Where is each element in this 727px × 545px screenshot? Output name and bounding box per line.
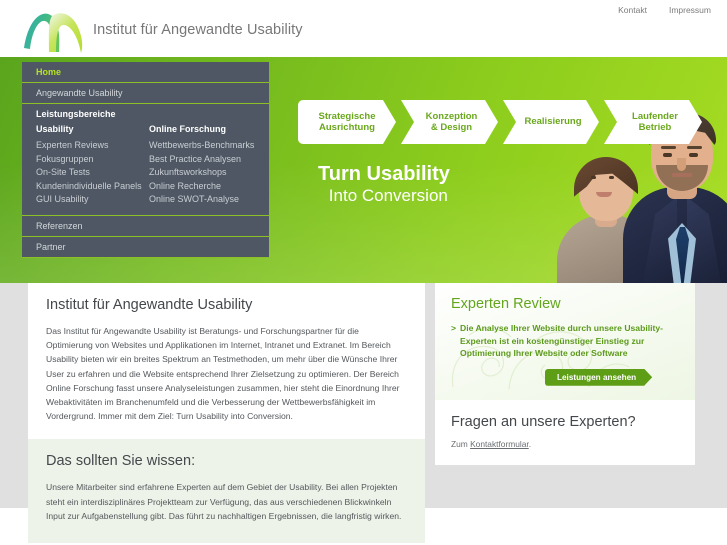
process-step-line1: Laufender [632, 110, 678, 122]
sidebar-link-zukunftsworkshops[interactable]: Zukunftsworkshops [149, 166, 262, 180]
experten-review-box: Experten Review > Die Analyse Ihrer Webs… [435, 283, 695, 400]
meta-nav-impressum[interactable]: Impressum [669, 5, 711, 15]
sidebar-item-partner[interactable]: Partner [22, 236, 269, 258]
wave-swoosh-logo-icon [24, 13, 83, 53]
contact-prefix: Zum [451, 438, 471, 449]
sidebar-link-wettbewerbs-benchmarks[interactable]: Wettbewerbs-Benchmarks [149, 139, 262, 153]
process-step-konzeption-design[interactable]: Konzeption & Design [401, 100, 498, 144]
chevron-right-icon: > [451, 323, 457, 333]
process-step-line2: Ausrichtung [319, 122, 375, 133]
contact-line: Zum Kontaktformular. [451, 439, 679, 449]
sidebar-link-gui-usability[interactable]: GUI Usability [36, 193, 149, 207]
review-text: Die Analyse Ihrer Website durch unsere U… [460, 323, 664, 359]
sidebar-column-heading: Online Forschung [149, 124, 227, 134]
sidebar-link-kundenindividuelle-panels[interactable]: Kundenindividuelle Panels [36, 180, 149, 194]
kontaktformular-link[interactable]: Kontaktformular [470, 439, 529, 449]
sidebar-link-online-swot-analyse[interactable]: Online SWOT-Analyse [149, 193, 262, 207]
process-step-line1: Konzeption [425, 110, 478, 122]
sidebar-link-experten-reviews[interactable]: Experten Reviews [36, 139, 149, 153]
sidebar-item-leistungsbereiche[interactable]: Leistungsbereiche [22, 104, 269, 122]
aside-column: Experten Review > Die Analyse Ihrer Webs… [435, 283, 695, 465]
process-step-strategische-ausrichtung[interactable]: Strategische Ausrichtung [298, 100, 396, 144]
process-step-laufender-betrieb[interactable]: Laufender Betrieb [604, 100, 702, 144]
review-bullet: > Die Analyse Ihrer Website durch unsere… [451, 322, 679, 360]
meta-nav-kontakt[interactable]: Kontakt [618, 5, 647, 15]
sidebar-link-online-recherche[interactable]: Online Recherche [149, 180, 262, 194]
process-steps: Strategische Ausrichtung Konzeption & De… [298, 100, 702, 144]
sidebar-submenu-columns: Usability Experten Reviews Fokusgruppen … [22, 122, 269, 216]
know-panel: Das sollten Sie wissen: Unsere Mitarbeit… [28, 439, 425, 544]
process-step-line1: Realisierung [524, 116, 582, 128]
site-logo[interactable]: Institut für Angewandte Usability [22, 6, 303, 54]
main-navigation-sidebar: Home Angewandte Usability Leistungsberei… [22, 62, 269, 258]
sidebar-column-usability: Usability Experten Reviews Fokusgruppen … [36, 124, 149, 207]
process-step-line1: Strategische [318, 110, 376, 122]
sidebar-link-fokusgruppen[interactable]: Fokusgruppen [36, 153, 149, 167]
intro-body-text: Das Institut für Angewandte Usability is… [46, 326, 400, 422]
main-content-column: Institut für Angewandte Usability Das In… [28, 283, 425, 544]
leistungen-ansehen-button[interactable]: Leistungen ansehen [545, 369, 652, 386]
sidebar-link-on-site-tests[interactable]: On-Site Tests [36, 166, 149, 180]
process-step-line2: Betrieb [638, 122, 672, 133]
meta-navigation: Kontakt Impressum [618, 5, 711, 15]
page-root: Institut für Angewandte Usability Kontak… [0, 0, 727, 545]
sidebar-link-best-practice-analysen[interactable]: Best Practice Analysen [149, 153, 262, 167]
logo-text: Institut für Angewandte Usability [93, 22, 303, 38]
know-body-text: Unsere Mitarbeiter sind erfahrene Expert… [46, 482, 402, 521]
hero-claim-line2: Into Conversion [328, 186, 448, 205]
contact-title: Fragen an unsere Experten? [451, 413, 636, 430]
kontakt-box: Fragen an unsere Experten? Zum Kontaktfo… [435, 399, 695, 465]
know-title: Das sollten Sie wissen: [46, 453, 196, 470]
site-header: Institut für Angewandte Usability Kontak… [0, 0, 727, 57]
review-title: Experten Review [451, 296, 561, 312]
intro-panel: Institut für Angewandte Usability Das In… [28, 283, 425, 440]
page-title: Institut für Angewandte Usability [46, 297, 253, 313]
sidebar-item-home[interactable]: Home [22, 62, 269, 83]
contact-suffix: . [528, 438, 532, 449]
sidebar-item-angewandte-usability[interactable]: Angewandte Usability [22, 83, 269, 104]
process-step-realisierung[interactable]: Realisierung [503, 100, 599, 144]
sidebar-column-online-forschung: Online Forschung Wettbewerbs-Benchmarks … [149, 124, 262, 207]
sidebar-column-heading: Usability [36, 124, 74, 134]
hero-claim: Turn Usability Into Conversion [318, 163, 450, 206]
hero-claim-line1: Turn Usability [318, 163, 450, 185]
process-step-line2: & Design [430, 122, 473, 133]
sidebar-item-referenzen[interactable]: Referenzen [22, 215, 269, 237]
